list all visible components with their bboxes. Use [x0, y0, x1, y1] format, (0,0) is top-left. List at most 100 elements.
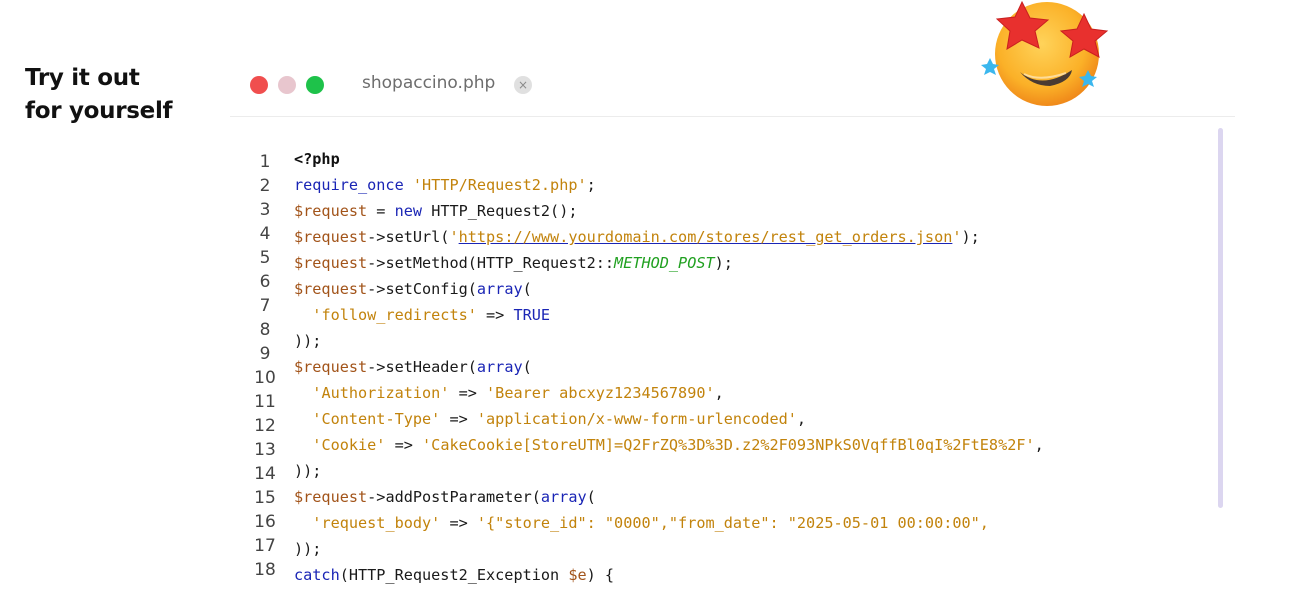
- code-token: ': [449, 228, 459, 246]
- line-number: 4: [259, 224, 271, 244]
- code-editor[interactable]: <?php require_once 'HTTP/Request2.php'; …: [294, 146, 1214, 616]
- code-token: =>: [385, 436, 423, 454]
- line-number: 1: [259, 152, 271, 172]
- line-number: 6: [259, 272, 271, 292]
- code-line: $request->setConfig(array(: [294, 276, 1214, 302]
- line-number: 5: [259, 248, 271, 268]
- code-token: =>: [440, 514, 477, 532]
- code-token: ': [952, 228, 962, 246]
- line-number: 3: [259, 200, 271, 220]
- code-token: $e: [568, 566, 587, 584]
- code-line: $request->setHeader(array(: [294, 354, 1214, 380]
- code-token: 'Bearer abcxyz1234567890': [486, 384, 715, 402]
- code-line: 'Cookie' => 'CakeCookie[StoreUTM]=Q2FrZQ…: [294, 432, 1214, 458]
- php-open-tag: <?php: [294, 150, 340, 168]
- code-token: ));: [294, 540, 322, 558]
- code-token: );: [714, 254, 733, 272]
- code-token: 'Authorization': [312, 384, 450, 402]
- line-number: 7: [259, 296, 271, 316]
- code-token: ->setMethod(HTTP_Request2::: [367, 254, 615, 272]
- code-token: (: [586, 488, 596, 506]
- minimize-window-icon[interactable]: [278, 76, 296, 94]
- line-number: 12: [254, 416, 276, 436]
- code-token: 'application/x-www-form-urlencoded': [476, 410, 797, 428]
- tagline: Try it out for yourself: [25, 62, 173, 128]
- maximize-window-icon[interactable]: [306, 76, 324, 94]
- tab-close-icon[interactable]: ×: [514, 76, 532, 94]
- code-token: METHOD_POST: [614, 254, 715, 272]
- line-number: 14: [254, 464, 276, 484]
- code-token: 'request_body': [312, 514, 441, 532]
- code-token: 'Cookie': [312, 436, 386, 454]
- code-token: $request: [294, 488, 368, 506]
- code-window: shopaccino.php × 1 2 3 4 5 6 7 8 9 10 11 12 13 14 15 16…: [230, 60, 1235, 611]
- code-token: $request: [294, 228, 368, 246]
- window-titlebar: shopaccino.php ×: [230, 60, 1235, 117]
- code-line: ));: [294, 458, 1214, 484]
- code-token: 'Content-Type': [312, 410, 441, 428]
- code-token: ,: [1034, 436, 1044, 454]
- code-line: $request->addPostParameter(array(: [294, 484, 1214, 510]
- code-line: ));: [294, 536, 1214, 562]
- code-line: ));: [294, 328, 1214, 354]
- line-number: 18: [254, 560, 276, 580]
- code-token: (: [522, 358, 532, 376]
- code-token: ->setHeader(: [367, 358, 477, 376]
- code-token: array: [476, 280, 523, 298]
- code-token: =>: [449, 384, 487, 402]
- code-token: 'CakeCookie[StoreUTM]=Q2FrZQ%3D%3D.z2%2F…: [422, 436, 1035, 454]
- code-token: ,: [714, 384, 724, 402]
- code-token: $request: [294, 358, 368, 376]
- code-token: ,: [796, 410, 807, 428]
- code-line: 'Content-Type' => 'application/x-www-for…: [294, 406, 1214, 432]
- line-number-gutter: 1 2 3 4 5 6 7 8 9 10 11 12 13 14 15 16 17 18: [250, 150, 280, 582]
- code-line: $request->setUrl('https://www.yourdomain…: [294, 224, 1214, 250]
- line-number: 11: [254, 392, 276, 412]
- code-line: catch(HTTP_Request2_Exception $e) {: [294, 562, 1214, 588]
- code-token: =: [367, 202, 395, 220]
- code-token: ) {: [586, 566, 615, 584]
- code-token: 'follow_redirects': [312, 306, 477, 324]
- code-token: (HTTP_Request2_Exception: [339, 566, 569, 584]
- code-line: require_once 'HTTP/Request2.php';: [294, 172, 1214, 198]
- code-url-link[interactable]: https://www.yourdomain.com/stores/rest_g…: [459, 228, 953, 246]
- code-token: new: [394, 202, 423, 220]
- code-token: ));: [294, 332, 322, 350]
- code-token: $request: [294, 254, 368, 272]
- line-number: 13: [254, 440, 276, 460]
- code-token: =>: [440, 410, 477, 428]
- line-number: 17: [254, 536, 276, 556]
- line-number: 10: [254, 368, 276, 388]
- code-token: array: [540, 488, 587, 506]
- tagline-line-1: Try it out: [25, 65, 140, 91]
- file-tab-title[interactable]: shopaccino.php: [362, 73, 495, 93]
- code-token: catch: [294, 566, 340, 584]
- code-scrollbar[interactable]: [1218, 128, 1223, 508]
- line-number: 16: [254, 512, 276, 532]
- code-line: 'request_body' => '{"store_id": "0000","…: [294, 510, 1214, 536]
- code-token: ->setConfig(: [367, 280, 477, 298]
- code-token: HTTP_Request2();: [431, 202, 578, 220]
- code-token: TRUE: [513, 306, 551, 324]
- code-token: $request: [294, 280, 368, 298]
- tagline-line-2: for yourself: [25, 98, 173, 124]
- line-number: 9: [259, 344, 271, 364]
- code-token: ));: [294, 462, 322, 480]
- code-token: '{"store_id": "0000","from_date": "2025-…: [476, 514, 989, 532]
- code-token: );: [961, 228, 980, 246]
- code-line: $request = new HTTP_Request2();: [294, 198, 1214, 224]
- code-token: array: [476, 358, 523, 376]
- close-window-icon[interactable]: [250, 76, 268, 94]
- code-token: ;: [586, 176, 596, 194]
- code-line: <?php: [294, 146, 1214, 172]
- code-token: =>: [476, 306, 514, 324]
- code-line: 'follow_redirects' => TRUE: [294, 302, 1214, 328]
- code-token: $request: [294, 202, 368, 220]
- line-number: 8: [259, 320, 271, 340]
- line-number: 2: [259, 176, 271, 196]
- code-line: 'Authorization' => 'Bearer abcxyz1234567…: [294, 380, 1214, 406]
- code-token: ->setUrl(: [367, 228, 450, 246]
- code-line: $request->setMethod(HTTP_Request2::METHO…: [294, 250, 1214, 276]
